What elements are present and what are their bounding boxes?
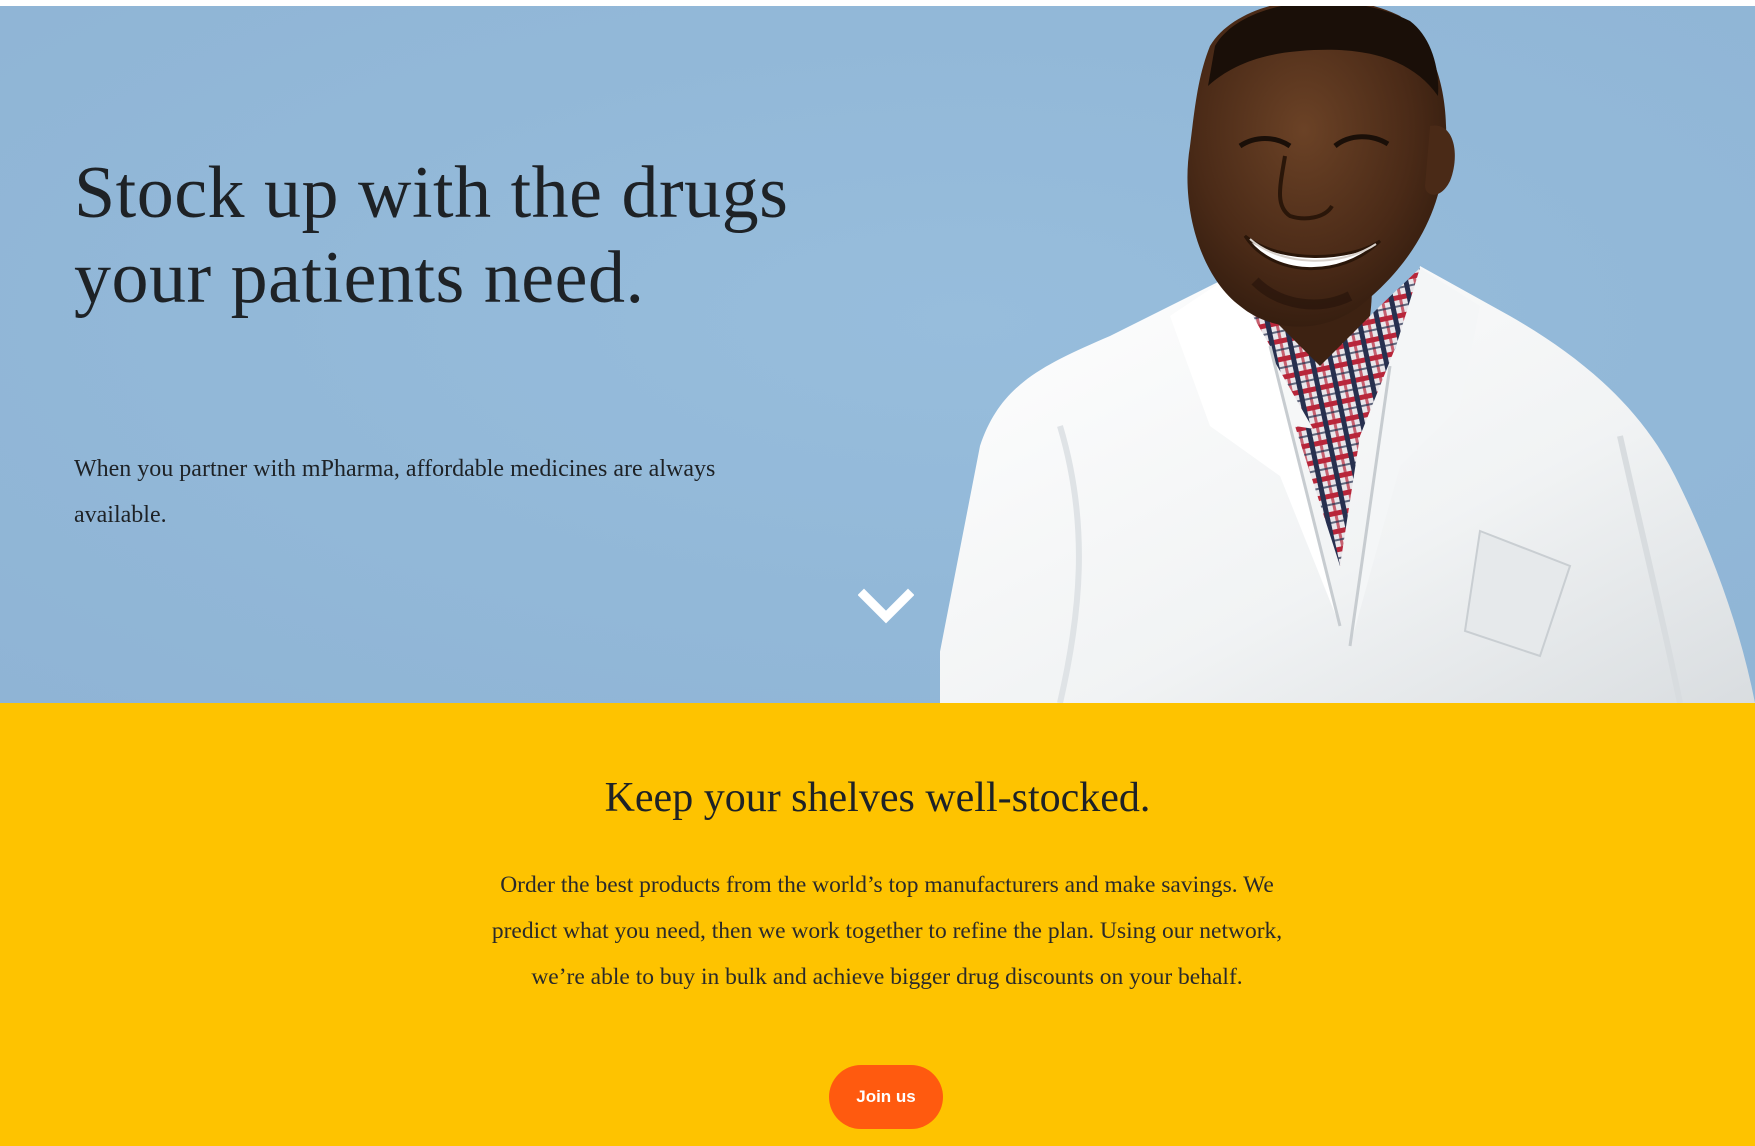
promo-body: Order the best products from the world’s… bbox=[491, 872, 1283, 990]
hero-title: Stock up with the drugs your patients ne… bbox=[74, 152, 789, 319]
page: Stock up with the drugs your patients ne… bbox=[0, 0, 1755, 1146]
pharmacist-photo bbox=[940, 6, 1755, 703]
join-us-button[interactable]: Join us bbox=[829, 1065, 943, 1129]
chevron-down-icon[interactable] bbox=[858, 586, 914, 626]
promo-section: Keep your shelves well-stocked. Order th… bbox=[0, 703, 1755, 1146]
hero-subtitle: When you partner with mPharma, affordabl… bbox=[74, 456, 716, 528]
hero-section: Stock up with the drugs your patients ne… bbox=[0, 6, 1755, 703]
promo-title: Keep your shelves well-stocked. bbox=[604, 775, 1151, 821]
